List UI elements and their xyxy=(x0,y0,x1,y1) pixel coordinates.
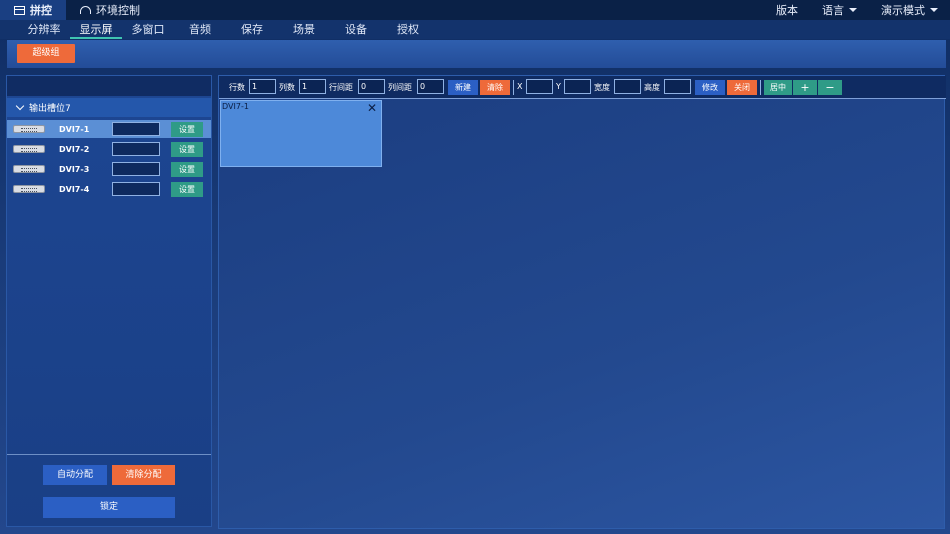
sub-navigation: 分辨率 显示屏 多窗口 音频 保存 场景 设备 授权 xyxy=(0,20,950,39)
display-window[interactable]: DVI7-1 ✕ xyxy=(220,100,382,167)
row-gap-input[interactable]: 0 xyxy=(358,79,385,94)
clear-button[interactable]: 清除 xyxy=(480,80,510,95)
set-button[interactable]: 设置 xyxy=(171,181,203,197)
super-group-button[interactable]: 超级组 xyxy=(17,44,75,63)
output-slot-panel: 输出槽位7 DVI7-1 设置 DVI7-2 设置 DVI7-3 设置 DVI7… xyxy=(6,75,212,527)
demo-mode-label: 演示模式 xyxy=(881,4,925,17)
chevron-down-icon xyxy=(930,8,938,12)
tab-environment-control[interactable]: 环境控制 xyxy=(66,0,154,20)
y-input[interactable] xyxy=(564,79,591,94)
dvi-connector-icon xyxy=(13,125,45,133)
toolbar-divider xyxy=(513,80,514,95)
layout-icon xyxy=(14,5,25,15)
chevron-down-icon xyxy=(15,101,25,111)
port-label: DVI7-3 xyxy=(59,164,90,174)
port-row-dvi7-3[interactable]: DVI7-3 设置 xyxy=(7,160,211,178)
tab-environment-control-label: 环境控制 xyxy=(96,4,140,17)
close-button[interactable]: 关闭 xyxy=(727,80,757,95)
display-canvas-panel: 行数 1 列数 1 行间距 0 列间距 0 新建 清除 X Y 宽度 高度 修改… xyxy=(218,75,946,530)
port-row-dvi7-2[interactable]: DVI7-2 设置 xyxy=(7,140,211,158)
rows-label: 行数 xyxy=(229,83,245,92)
x-label: X xyxy=(517,82,523,91)
close-icon[interactable]: ✕ xyxy=(367,102,377,114)
window-title: DVI7-1 xyxy=(222,102,249,111)
cols-input[interactable]: 1 xyxy=(299,79,326,94)
panel-divider xyxy=(7,454,211,455)
demo-mode-menu[interactable]: 演示模式 xyxy=(869,2,950,18)
group-strip: 超级组 xyxy=(7,40,946,68)
tab-resolution[interactable]: 分辨率 xyxy=(18,20,70,39)
zoom-out-button[interactable]: − xyxy=(818,80,842,95)
zoom-in-button[interactable]: + xyxy=(793,80,817,95)
port-label: DVI7-4 xyxy=(59,184,90,194)
center-button[interactable]: 居中 xyxy=(764,80,792,95)
top-bar: 拼控 环境控制 版本 语言 演示模式 xyxy=(0,0,950,20)
dvi-connector-icon xyxy=(13,145,45,153)
cols-label: 列数 xyxy=(279,83,295,92)
tab-display[interactable]: 显示屏 xyxy=(70,20,122,39)
display-canvas[interactable]: DVI7-1 ✕ xyxy=(219,98,946,530)
rows-input[interactable]: 1 xyxy=(249,79,276,94)
port-label: DVI7-1 xyxy=(59,124,90,134)
auto-assign-button[interactable]: 自动分配 xyxy=(43,465,107,485)
col-gap-label: 列间距 xyxy=(388,83,412,92)
tab-license[interactable]: 授权 xyxy=(382,20,434,39)
height-input[interactable] xyxy=(664,79,691,94)
port-input[interactable] xyxy=(112,142,160,156)
clear-assign-button[interactable]: 清除分配 xyxy=(112,465,175,485)
port-input[interactable] xyxy=(112,122,160,136)
col-gap-input[interactable]: 0 xyxy=(417,79,444,94)
gauge-icon xyxy=(80,6,91,14)
layout-toolbar: 行数 1 列数 1 行间距 0 列间距 0 新建 清除 X Y 宽度 高度 修改… xyxy=(219,76,946,98)
port-row-dvi7-1[interactable]: DVI7-1 设置 xyxy=(7,120,211,138)
version-label: 版本 xyxy=(776,4,798,17)
port-input[interactable] xyxy=(112,162,160,176)
language-menu[interactable]: 语言 xyxy=(810,2,869,18)
panel-header xyxy=(7,76,211,96)
y-label: Y xyxy=(556,82,561,91)
tab-scene[interactable]: 场景 xyxy=(278,20,330,39)
output-slot-header[interactable]: 输出槽位7 xyxy=(7,98,211,117)
set-button[interactable]: 设置 xyxy=(171,161,203,177)
port-input[interactable] xyxy=(112,182,160,196)
version-menu[interactable]: 版本 xyxy=(764,2,810,18)
toolbar-divider xyxy=(760,80,761,95)
language-label: 语言 xyxy=(822,4,844,17)
tab-multi-window[interactable]: 多窗口 xyxy=(122,20,174,39)
chevron-down-icon xyxy=(849,8,857,12)
x-input[interactable] xyxy=(526,79,553,94)
width-label: 宽度 xyxy=(594,83,610,92)
top-right-menu: 版本 语言 演示模式 xyxy=(764,2,950,18)
row-gap-label: 行间距 xyxy=(329,83,353,92)
tab-audio[interactable]: 音频 xyxy=(174,20,226,39)
dvi-connector-icon xyxy=(13,165,45,173)
tab-splice-control-label: 拼控 xyxy=(30,4,52,17)
tab-device[interactable]: 设备 xyxy=(330,20,382,39)
width-input[interactable] xyxy=(614,79,641,94)
set-button[interactable]: 设置 xyxy=(171,121,203,137)
height-label: 高度 xyxy=(644,83,660,92)
output-slot-title: 输出槽位7 xyxy=(29,104,71,114)
port-row-dvi7-4[interactable]: DVI7-4 设置 xyxy=(7,180,211,198)
set-button[interactable]: 设置 xyxy=(171,141,203,157)
port-label: DVI7-2 xyxy=(59,144,90,154)
dvi-connector-icon xyxy=(13,185,45,193)
tab-splice-control[interactable]: 拼控 xyxy=(0,0,66,20)
lock-button[interactable]: 锁定 xyxy=(43,497,175,518)
tab-save[interactable]: 保存 xyxy=(226,20,278,39)
new-button[interactable]: 新建 xyxy=(448,80,478,95)
modify-button[interactable]: 修改 xyxy=(695,80,725,95)
